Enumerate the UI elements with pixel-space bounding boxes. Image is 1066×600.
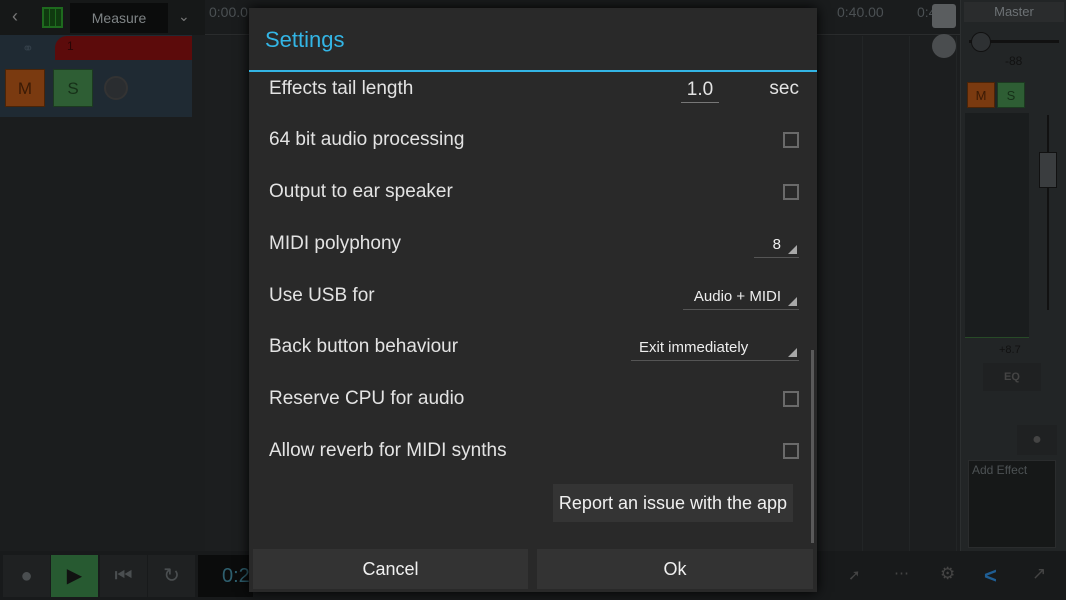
setting-label: Reserve CPU for audio bbox=[269, 388, 465, 409]
scrollbar[interactable] bbox=[811, 350, 814, 543]
effects-tail-input[interactable]: 1.0 bbox=[681, 77, 719, 103]
pan-value: -88 bbox=[1005, 54, 1023, 68]
reserve-cpu-checkbox[interactable] bbox=[783, 391, 799, 407]
cancel-button[interactable]: Cancel bbox=[253, 549, 528, 589]
midi-reverb-checkbox[interactable] bbox=[783, 443, 799, 459]
instrument-icon: ⚭ bbox=[22, 40, 34, 56]
dialog-title: Settings bbox=[265, 27, 345, 52]
setting-label: Output to ear speaker bbox=[269, 181, 453, 202]
track-name: 1 bbox=[67, 39, 74, 53]
redo-icon[interactable]: ➚ bbox=[848, 566, 861, 584]
record-button[interactable]: ● bbox=[3, 555, 50, 597]
record-arm-button[interactable] bbox=[104, 76, 128, 100]
setting-midi-reverb[interactable]: Allow reverb for MIDI synths bbox=[269, 436, 799, 466]
share-icon[interactable]: < bbox=[984, 563, 997, 589]
back-icon[interactable]: ‹ bbox=[12, 6, 18, 27]
time-display: 0:2 bbox=[198, 555, 253, 597]
track-name-bar[interactable]: 1 bbox=[55, 36, 192, 60]
add-effect-slot[interactable]: Add Effect bbox=[968, 460, 1056, 548]
setting-reserve-cpu[interactable]: Reserve CPU for audio bbox=[269, 384, 799, 414]
unit-label: sec bbox=[769, 78, 799, 99]
setting-label: 64 bit audio processing bbox=[269, 129, 465, 150]
setting-label: Effects tail length bbox=[269, 78, 414, 99]
midi-polyphony-select[interactable]: 8 bbox=[754, 232, 799, 258]
ruler-label: 0:00.0 bbox=[209, 4, 248, 20]
volume-fader-track[interactable] bbox=[1047, 115, 1049, 310]
level-meter bbox=[965, 113, 1029, 338]
back-button-select[interactable]: Exit immediately bbox=[631, 335, 799, 361]
view-mode-select[interactable]: Measure bbox=[70, 3, 168, 33]
loop-button[interactable]: ↻ bbox=[148, 555, 195, 597]
setting-64bit[interactable]: 64 bit audio processing bbox=[269, 125, 799, 155]
gear-icon[interactable]: ⚙ bbox=[940, 564, 955, 584]
mixer-icon[interactable] bbox=[932, 4, 956, 28]
setting-usb: Use USB for Audio + MIDI bbox=[269, 281, 799, 311]
volume-value: +8.7 bbox=[999, 344, 1021, 356]
setting-label: Back button behaviour bbox=[269, 336, 459, 357]
pan-knob[interactable] bbox=[971, 32, 991, 52]
eq-button[interactable]: EQ bbox=[983, 363, 1041, 391]
instrument-browser-icon[interactable] bbox=[932, 34, 956, 58]
ruler-label: 0:40.00 bbox=[837, 4, 884, 20]
setting-effects-tail: Effects tail length 1.0 sec bbox=[269, 74, 799, 104]
volume-fader-handle[interactable] bbox=[1039, 152, 1057, 188]
setting-label: MIDI polyphony bbox=[269, 233, 402, 254]
ear-speaker-checkbox[interactable] bbox=[783, 184, 799, 200]
effects-toggle-icon[interactable]: ● bbox=[1017, 425, 1057, 455]
master-title: Master bbox=[964, 2, 1064, 22]
master-mute-button[interactable]: M bbox=[967, 82, 995, 108]
track-solo-button[interactable]: S bbox=[53, 69, 93, 107]
master-channel: Master -88 M S +8.7 EQ ● Add Effect bbox=[960, 0, 1066, 551]
rewind-button[interactable]: ⏮ bbox=[100, 555, 147, 597]
play-button[interactable]: ▶ bbox=[51, 555, 98, 597]
64bit-checkbox[interactable] bbox=[783, 132, 799, 148]
setting-back-button: Back button behaviour Exit immediately bbox=[269, 332, 799, 362]
setting-ear-speaker[interactable]: Output to ear speaker bbox=[269, 177, 799, 207]
title-divider bbox=[249, 70, 817, 72]
chevron-down-icon[interactable]: ⌄ bbox=[178, 8, 190, 25]
report-issue-button[interactable]: Report an issue with the app bbox=[553, 484, 793, 522]
setting-midi-polyphony: MIDI polyphony 8 bbox=[269, 229, 799, 259]
setting-label: Allow reverb for MIDI synths bbox=[269, 440, 507, 461]
more-icon[interactable]: ⋯ bbox=[894, 564, 909, 582]
track-mute-button[interactable]: M bbox=[5, 69, 45, 107]
ok-button[interactable]: Ok bbox=[537, 549, 813, 589]
setting-label: Use USB for bbox=[269, 285, 375, 306]
grid-icon[interactable] bbox=[42, 7, 63, 28]
usb-select[interactable]: Audio + MIDI bbox=[683, 284, 799, 310]
tool-icon[interactable]: ↗ bbox=[1032, 564, 1046, 584]
master-solo-button[interactable]: S bbox=[997, 82, 1025, 108]
settings-dialog: Settings Effects tail length 1.0 sec 64 … bbox=[249, 8, 817, 592]
